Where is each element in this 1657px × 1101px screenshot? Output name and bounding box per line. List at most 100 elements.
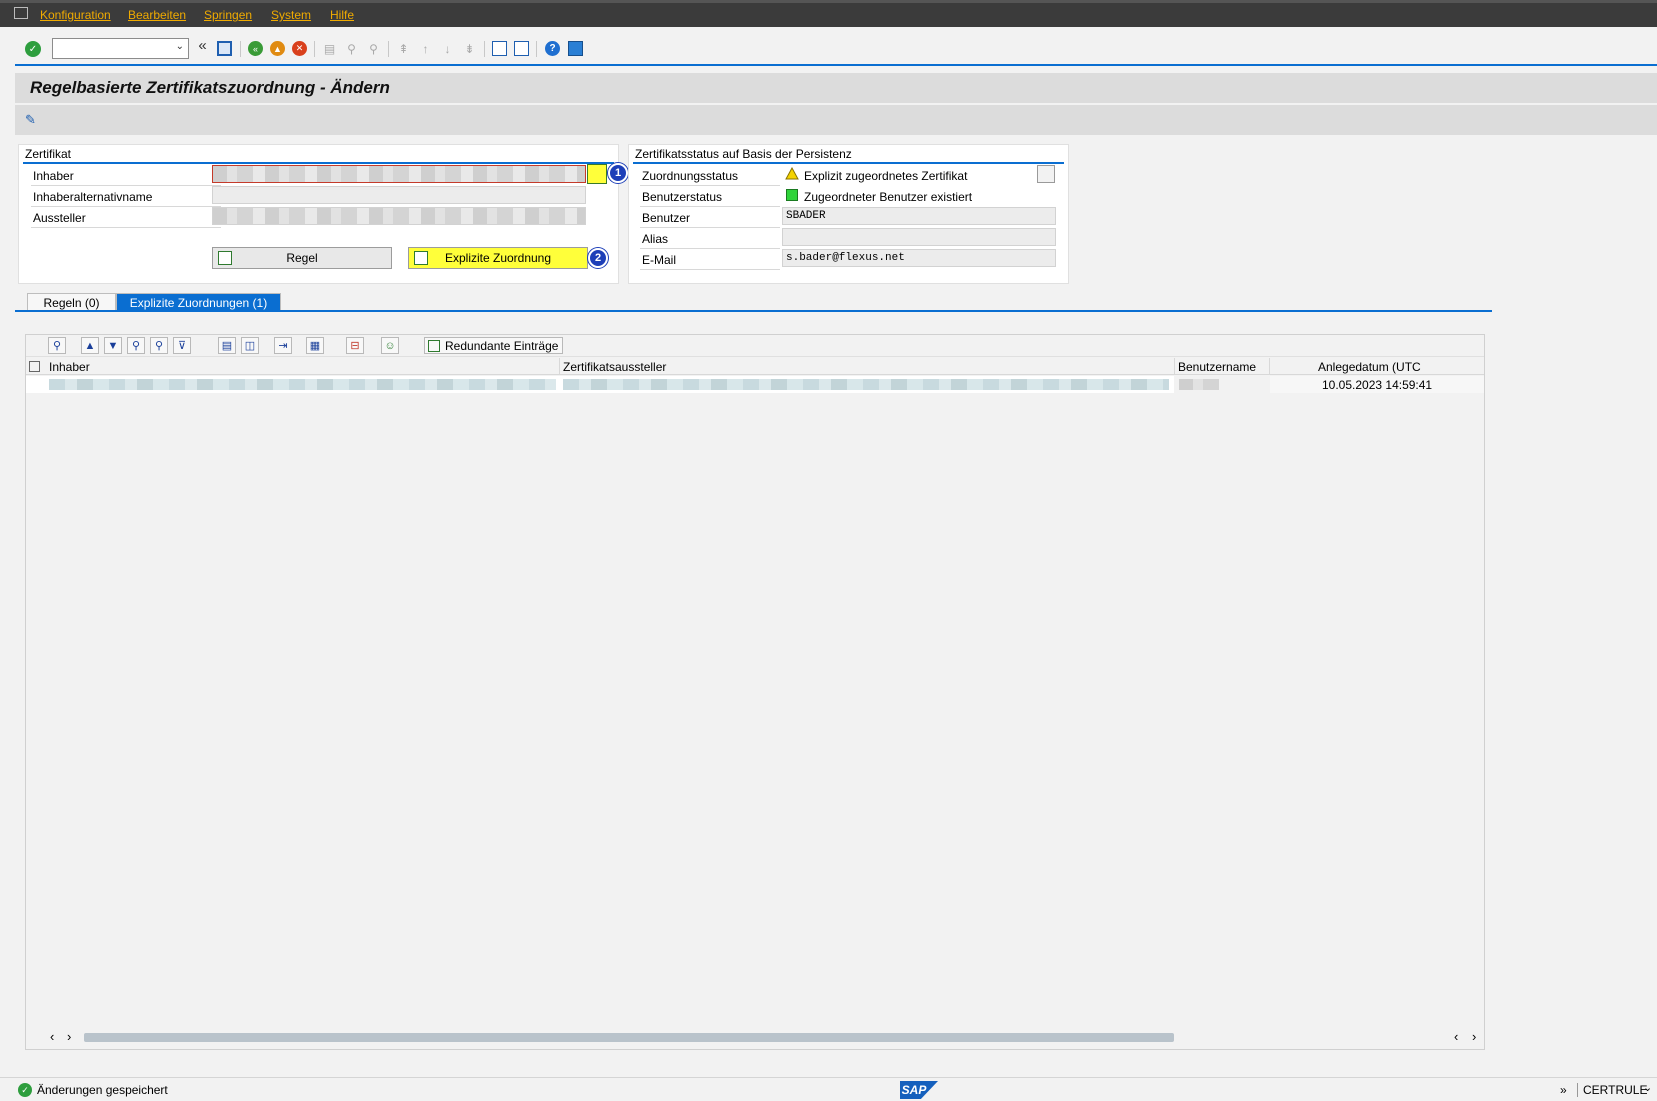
scroll-right-end-icon[interactable]: › (1472, 1029, 1476, 1044)
explizite-zuordnungen-grid: ⚲ ▲ ▼ ⚲ ⚲ ⊽ ▤ ◫ ⇥ ▦ ⊟ ☺ Redundante Eintr… (25, 334, 1485, 1050)
command-field[interactable]: ⌄ (52, 38, 189, 59)
column-header-zertifikatsaussteller[interactable]: Zertifikatsaussteller (563, 360, 666, 374)
aussteller-field (212, 207, 586, 225)
cancel-icon[interactable]: ✕ (292, 41, 307, 56)
expand-status-icon[interactable]: » (1560, 1083, 1567, 1097)
inhaber-field[interactable] (212, 165, 586, 183)
tab-strip-line (15, 310, 1492, 312)
success-icon: ✓ (18, 1083, 32, 1097)
redundant-entries-icon (428, 340, 440, 352)
anlegedatum-cell: 10.05.2023 14:59:41 (1322, 378, 1433, 392)
inhaber-cell (49, 379, 556, 390)
chevron-down-icon[interactable]: ⌄ (176, 41, 184, 52)
first-page-icon: ⇞ (398, 41, 409, 56)
grid-empty-area (26, 393, 1484, 1018)
zuordnungsstatus-value: Explizit zugeordnetes Zertifikat (804, 169, 968, 183)
hide-command-field-icon[interactable]: « (195, 37, 210, 54)
delete-row-icon[interactable]: ⊟ (346, 337, 364, 354)
find-icon[interactable]: ⚲ (127, 337, 145, 354)
zertifikatsaussteller-cell (563, 379, 1169, 390)
scroll-right-icon[interactable]: › (67, 1029, 71, 1044)
warning-icon (785, 167, 799, 180)
system-menu-icon[interactable] (14, 7, 28, 19)
inhaber-certificate-icon[interactable] (587, 164, 607, 184)
menu-bar: Konfiguration Bearbeiten Springen System… (0, 0, 1657, 27)
create-session-icon[interactable] (492, 41, 507, 56)
benutzerstatus-value: Zugeordneter Benutzer existiert (804, 190, 973, 204)
inhaber-label: Inhaber (33, 169, 74, 183)
sort-ascending-icon[interactable]: ▲ (81, 337, 99, 354)
zuordnungsstatus-label: Zuordnungsstatus (642, 169, 739, 183)
scroll-left-icon[interactable]: ‹ (50, 1029, 54, 1044)
tab-regeln[interactable]: Regeln (0) (27, 293, 116, 311)
add-mapping-icon (414, 251, 428, 265)
sort-descending-icon[interactable]: ▼ (104, 337, 122, 354)
filter-icon[interactable]: ⊽ (173, 337, 191, 354)
save-icon[interactable] (217, 41, 232, 56)
page-title: Regelbasierte Zertifikatszuordnung - Änd… (30, 78, 390, 97)
print-icon: ▤ (323, 41, 336, 56)
display-change-icon[interactable]: ✎ (25, 112, 43, 128)
email-label: E-Mail (642, 253, 677, 267)
menu-system[interactable]: System (271, 8, 311, 22)
select-all-icon[interactable] (29, 361, 40, 372)
last-page-icon: ⇟ (464, 41, 475, 56)
aussteller-label: Aussteller (33, 211, 86, 225)
application-toolbar: ✎ (15, 105, 1657, 135)
explizite-zuordnung-button[interactable]: Explizite Zuordnung (408, 247, 588, 269)
regel-button[interactable]: Regel (212, 247, 392, 269)
sap-logo: SAP (900, 1081, 938, 1099)
status-message: Änderungen gespeichert (37, 1083, 168, 1097)
toolbar-separator-line (15, 64, 1657, 66)
table-row[interactable]: 10.05.2023 14:59:41 (26, 376, 1484, 393)
details-zoom-icon[interactable]: ⚲ (48, 337, 66, 354)
status-bar: ✓ Änderungen gespeichert SAP » CERTRULE … (0, 1077, 1657, 1101)
chevron-down-icon[interactable]: ⌄ (1643, 1081, 1652, 1094)
shortcut-icon[interactable] (514, 41, 529, 56)
export-icon[interactable]: ⇥ (274, 337, 292, 354)
find-next-icon[interactable]: ⚲ (150, 337, 168, 354)
benutzername-cell (1179, 379, 1219, 390)
menu-hilfe[interactable]: Hilfe (330, 8, 354, 22)
print-icon[interactable]: ▤ (218, 337, 236, 354)
customize-layout-icon[interactable] (568, 41, 583, 56)
alias-field (782, 228, 1056, 246)
enter-icon[interactable]: ✓ (25, 41, 41, 57)
user-icon[interactable]: ☺ (381, 337, 399, 354)
benutzerstatus-label: Benutzerstatus (642, 190, 723, 204)
views-icon[interactable]: ◫ (241, 337, 259, 354)
grid-toolbar: ⚲ ▲ ▼ ⚲ ⚲ ⊽ ▤ ◫ ⇥ ▦ ⊟ ☺ Redundante Eintr… (26, 335, 1484, 357)
exit-icon[interactable]: ▲ (270, 41, 285, 56)
layout-icon[interactable]: ▦ (306, 337, 324, 354)
redundante-eintraege-button[interactable]: Redundante Einträge (424, 337, 564, 354)
alias-label: Alias (642, 232, 669, 246)
tab-explizite-zuordnungen[interactable]: Explizite Zuordnungen (1) (116, 293, 281, 311)
menu-springen[interactable]: Springen (204, 8, 252, 22)
title-bar: Regelbasierte Zertifikatszuordnung - Änd… (15, 73, 1657, 103)
benutzer-label: Benutzer (642, 211, 691, 225)
column-header-benutzername[interactable]: Benutzername (1178, 360, 1256, 374)
horizontal-scrollbar[interactable]: ‹ › ‹ › (26, 1027, 1484, 1047)
scroll-left-end-icon[interactable]: ‹ (1454, 1029, 1458, 1044)
zertifikatsstatus-group-title: Zertifikatsstatus auf Basis der Persiste… (635, 147, 852, 161)
column-header-inhaber[interactable]: Inhaber (49, 360, 90, 374)
find-icon: ⚲ (347, 41, 356, 56)
back-icon[interactable]: « (248, 41, 263, 56)
email-field: s.bader@flexus.net (782, 249, 1056, 267)
zertifikat-group: Zertifikat Inhaber 1 Inhaberalternativna… (18, 144, 628, 284)
column-header-anlegedatum[interactable]: Anlegedatum (UTC (1318, 360, 1421, 374)
details-icon[interactable] (1037, 165, 1055, 183)
scrollbar-thumb[interactable] (84, 1033, 1174, 1042)
menu-bearbeiten[interactable]: Bearbeiten (128, 8, 186, 22)
add-rule-icon (218, 251, 232, 265)
annotation-badge-2: 2 (588, 248, 608, 268)
standard-toolbar: ✓ ⌄ « « ▲ ✕ ▤ ⚲ ⚲ ⇞ ↑ ↓ ⇟ ? (0, 27, 1657, 64)
find-next-icon: ⚲ (369, 41, 378, 56)
status-ok-icon (786, 189, 798, 201)
zertifikatsstatus-group: Zertifikatsstatus auf Basis der Persiste… (628, 144, 1069, 284)
grid-header: Inhaber Zertifikatsaussteller Benutzerna… (26, 358, 1484, 375)
help-icon[interactable]: ? (545, 41, 560, 56)
annotation-badge-1: 1 (608, 163, 628, 183)
benutzer-field: SBADER (782, 207, 1056, 225)
menu-konfiguration[interactable]: Konfiguration (40, 8, 111, 22)
